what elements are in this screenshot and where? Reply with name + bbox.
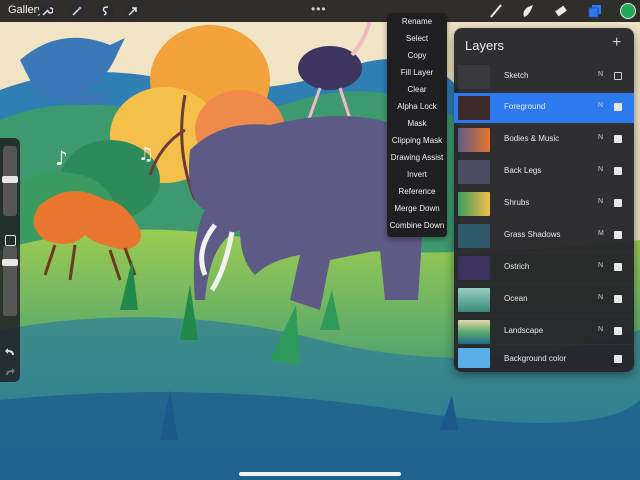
layer-thumbnail: [458, 192, 490, 216]
layer-thumbnail: [458, 160, 490, 184]
undo-icon[interactable]: [4, 344, 16, 362]
menu-item-rename[interactable]: Rename: [387, 13, 447, 30]
gallery-button[interactable]: Gallery: [8, 4, 43, 16]
layer-visibility-checkbox[interactable]: [614, 355, 622, 363]
menu-item-reference[interactable]: Reference: [387, 183, 447, 200]
eraser-icon[interactable]: [553, 3, 569, 24]
layer-thumbnail: [458, 320, 490, 344]
layer-name: Ostrich: [504, 262, 530, 271]
layer-name: Foreground: [504, 102, 546, 111]
layer-visibility-checkbox[interactable]: [614, 72, 622, 80]
magic-wand-icon[interactable]: [69, 3, 85, 19]
layer-name: Shrubs: [504, 198, 530, 207]
layer-blend-mode[interactable]: N: [598, 71, 603, 78]
layer-thumbnail: [458, 128, 490, 152]
layer-thumbnail: [458, 348, 490, 368]
layer-name: Sketch: [504, 71, 529, 80]
menu-item-clipping-mask[interactable]: Clipping Mask: [387, 132, 447, 149]
wrench-icon[interactable]: [39, 3, 55, 19]
menu-item-clear[interactable]: Clear: [387, 81, 447, 98]
smudge-icon[interactable]: [520, 3, 536, 24]
svg-text:♫: ♫: [138, 144, 154, 165]
layer-row-sketch[interactable]: Sketch N: [454, 61, 634, 92]
brush-icon[interactable]: [488, 3, 504, 24]
layer-blend-mode[interactable]: M: [598, 230, 604, 237]
opacity-slider[interactable]: [3, 246, 17, 316]
layer-name: Background color: [504, 354, 567, 363]
layer-row-landscape[interactable]: Landscape N: [454, 316, 634, 347]
layer-row-shrubs[interactable]: Shrubs N: [454, 188, 634, 219]
layer-row-bodies-music[interactable]: Bodies & Music N: [454, 124, 634, 155]
menu-item-select[interactable]: Select: [387, 30, 447, 47]
layer-name: Grass Shadows: [504, 230, 561, 239]
layer-visibility-checkbox[interactable]: [614, 327, 622, 335]
svg-text:♪: ♪: [55, 146, 68, 170]
layers-panel: Layers + Sketch N Foreground N Bodies & …: [454, 28, 634, 372]
layer-thumbnail: [458, 96, 490, 120]
home-indicator[interactable]: [239, 472, 401, 476]
layer-name: Ocean: [504, 294, 528, 303]
layer-row-ostrich[interactable]: Ostrich N: [454, 252, 634, 283]
layer-thumbnail: [458, 256, 490, 280]
plus-icon[interactable]: +: [612, 34, 621, 52]
layer-row-background-color[interactable]: Background color: [454, 344, 634, 375]
menu-item-drawing-assist[interactable]: Drawing Assist: [387, 149, 447, 166]
layer-visibility-checkbox[interactable]: [614, 231, 622, 239]
layer-visibility-checkbox[interactable]: [614, 135, 622, 143]
layer-row-ocean[interactable]: Ocean N: [454, 284, 634, 315]
layer-row-back-legs[interactable]: Back Legs N: [454, 156, 634, 187]
selection-icon[interactable]: [98, 3, 114, 19]
menu-item-copy[interactable]: Copy: [387, 47, 447, 64]
layer-blend-mode[interactable]: N: [598, 134, 603, 141]
layer-blend-mode[interactable]: N: [598, 102, 603, 109]
transform-arrow-icon[interactable]: [125, 3, 141, 19]
square-button-icon[interactable]: [5, 235, 16, 246]
left-sidebar: [0, 138, 20, 382]
layer-thumbnail: [458, 65, 490, 89]
redo-icon[interactable]: [4, 364, 16, 382]
layer-visibility-checkbox[interactable]: [614, 199, 622, 207]
menu-item-mask[interactable]: Mask: [387, 115, 447, 132]
layer-thumbnail: [458, 288, 490, 312]
menu-item-fill-layer[interactable]: Fill Layer: [387, 64, 447, 81]
layer-name: Bodies & Music: [504, 134, 560, 143]
layer-visibility-checkbox[interactable]: [614, 167, 622, 175]
brush-size-thumb[interactable]: [2, 176, 18, 183]
layer-visibility-checkbox[interactable]: [614, 263, 622, 271]
opacity-thumb[interactable]: [2, 259, 18, 266]
layer-blend-mode[interactable]: N: [598, 326, 603, 333]
layer-name: Landscape: [504, 326, 544, 335]
layer-blend-mode[interactable]: N: [598, 198, 603, 205]
layer-blend-mode[interactable]: N: [598, 294, 603, 301]
menu-item-invert[interactable]: Invert: [387, 166, 447, 183]
layer-blend-mode[interactable]: N: [598, 166, 603, 173]
layer-row-grass-shadows[interactable]: Grass Shadows M: [454, 220, 634, 251]
current-color-swatch[interactable]: [620, 3, 636, 19]
layer-row-foreground[interactable]: Foreground N: [454, 92, 634, 123]
layers-panel-title: Layers: [465, 38, 505, 53]
layer-name: Back Legs: [504, 166, 542, 175]
layer-visibility-checkbox[interactable]: [614, 103, 622, 111]
menu-item-alpha-lock[interactable]: Alpha Lock: [387, 98, 447, 115]
layer-visibility-checkbox[interactable]: [614, 295, 622, 303]
top-toolbar: Gallery •••: [0, 0, 640, 22]
layer-thumbnail: [458, 224, 490, 248]
menu-item-combine-down[interactable]: Combine Down: [387, 217, 447, 234]
ellipsis-icon[interactable]: •••: [311, 2, 327, 16]
menu-item-merge-down[interactable]: Merge Down: [387, 200, 447, 217]
layer-blend-mode[interactable]: N: [598, 262, 603, 269]
layer-options-menu: Rename Select Copy Fill Layer Clear Alph…: [387, 13, 447, 237]
layers-icon[interactable]: [587, 3, 603, 24]
